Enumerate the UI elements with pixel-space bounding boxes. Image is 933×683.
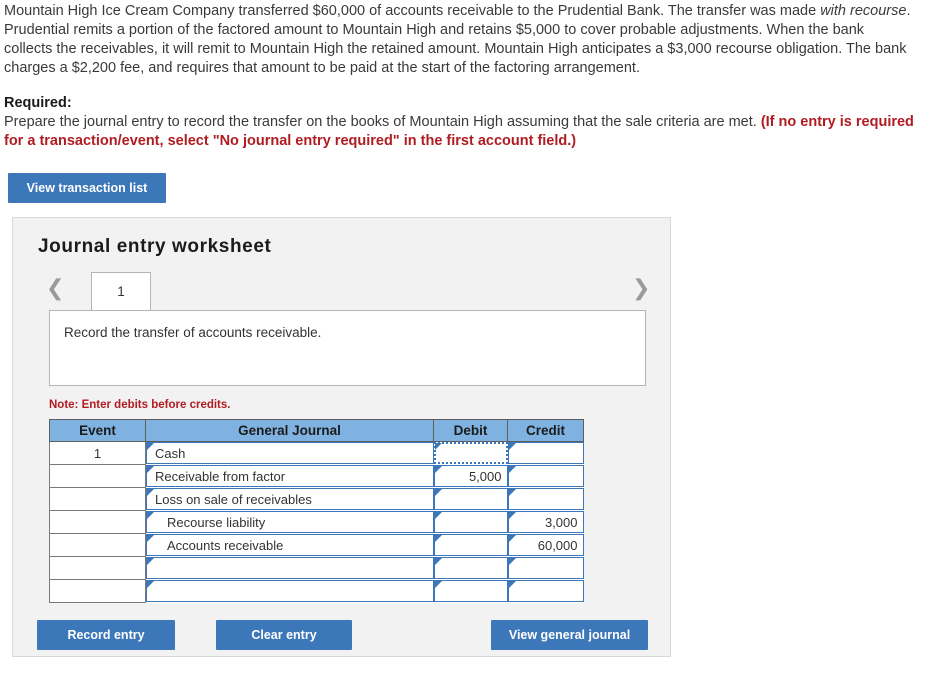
account-input[interactable] — [146, 580, 434, 602]
tab-1-label: 1 — [117, 284, 125, 299]
account-input-value: Recourse liability — [167, 515, 266, 530]
table-row: Receivable from factor 5,000 — [49, 464, 584, 488]
account-input-value: Receivable from factor — [155, 469, 286, 484]
credit-input-value — [509, 581, 583, 583]
debit-input-value — [435, 535, 507, 537]
debit-input[interactable] — [433, 580, 508, 602]
worksheet-instruction-box: Record the transfer of accounts receivab… — [49, 310, 646, 386]
column-header-event: Event — [49, 419, 146, 442]
view-transaction-list-button[interactable]: View transaction list — [8, 173, 166, 203]
event-cell — [49, 556, 146, 580]
debit-input[interactable]: 5,000 — [433, 465, 508, 487]
debit-input-value — [435, 581, 507, 583]
debit-input[interactable] — [433, 534, 508, 556]
required-body: Prepare the journal entry to record the … — [4, 113, 918, 151]
worksheet-footer: Record entry Clear entry View general jo… — [13, 618, 670, 658]
clear-entry-button[interactable]: Clear entry — [216, 620, 352, 650]
worksheet-tabstrip: ❮ 1 ❯ — [13, 272, 670, 311]
debit-input-value: 5,000 — [468, 469, 502, 484]
table-row: Loss on sale of receivables — [49, 487, 584, 511]
table-row: Accounts receivable 60,000 — [49, 533, 584, 557]
chevron-right-icon[interactable]: ❯ — [632, 278, 650, 300]
column-header-general-journal: General Journal — [145, 419, 434, 442]
debit-input[interactable] — [433, 442, 508, 465]
account-input-value: Cash — [155, 446, 186, 462]
account-input[interactable] — [146, 557, 434, 579]
credit-input-value — [509, 466, 583, 468]
account-input-value — [147, 558, 433, 560]
debit-input[interactable] — [433, 557, 508, 579]
event-cell — [49, 533, 146, 557]
toolbar: View transaction list — [0, 151, 933, 203]
account-input-value — [147, 581, 433, 583]
debit-input[interactable] — [433, 488, 508, 510]
table-header-row: Event General Journal Debit Credit — [49, 419, 584, 442]
required-text: Prepare the journal entry to record the … — [4, 114, 761, 130]
worksheet-instruction-text: Record the transfer of accounts receivab… — [64, 325, 322, 340]
view-general-journal-button[interactable]: View general journal — [491, 620, 648, 650]
debit-input-value — [435, 558, 507, 560]
credit-input-value — [509, 558, 583, 560]
event-cell: 1 — [49, 441, 146, 465]
credit-input[interactable]: 60,000 — [507, 534, 584, 556]
credit-input-value — [509, 443, 583, 445]
credit-input[interactable]: 3,000 — [507, 511, 584, 533]
table-row: 1 Cash — [49, 441, 584, 465]
credit-input-value: 3,000 — [544, 515, 578, 530]
journal-entry-worksheet-panel: Journal entry worksheet ❮ 1 ❯ Record the… — [12, 217, 671, 657]
credit-input-value: 60,000 — [537, 538, 578, 553]
problem-text-part1: Mountain High Ice Cream Company transfer… — [4, 3, 821, 19]
credit-input[interactable] — [507, 442, 584, 465]
record-entry-button[interactable]: Record entry — [37, 620, 175, 650]
chevron-left-icon[interactable]: ❮ — [46, 278, 64, 300]
event-cell — [49, 579, 146, 603]
credit-input[interactable] — [507, 580, 584, 602]
account-input[interactable]: Cash — [146, 442, 434, 465]
account-input[interactable]: Accounts receivable — [146, 534, 434, 556]
debit-input-value — [435, 512, 507, 514]
tab-1[interactable]: 1 — [91, 272, 151, 311]
account-input[interactable]: Receivable from factor — [146, 465, 434, 487]
journal-table-body: 1 Cash Receivable from factor 5,000 Loss on … — [49, 441, 584, 603]
account-input-value: Loss on sale of receivables — [155, 492, 312, 507]
event-cell — [49, 487, 146, 511]
account-input-value: Accounts receivable — [167, 538, 284, 553]
event-cell — [49, 510, 146, 534]
table-row: Recourse liability 3,000 — [49, 510, 584, 534]
debit-input[interactable] — [433, 511, 508, 533]
required-label: Required: — [4, 95, 72, 111]
credit-input-value — [509, 489, 583, 491]
debits-before-credits-note: Note: Enter debits before credits. — [49, 399, 231, 411]
account-input[interactable]: Loss on sale of receivables — [146, 488, 434, 510]
event-cell — [49, 464, 146, 488]
problem-text-emphasis: with recourse — [820, 3, 907, 19]
table-row — [49, 556, 584, 580]
account-input[interactable]: Recourse liability — [146, 511, 434, 533]
worksheet-title: Journal entry worksheet — [38, 236, 272, 257]
credit-input[interactable] — [507, 557, 584, 579]
debit-input-value — [435, 489, 507, 491]
table-row — [49, 579, 584, 603]
problem-statement: Mountain High Ice Cream Company transfer… — [0, 0, 922, 78]
journal-entry-table: Event General Journal Debit Credit 1 Cash… — [49, 419, 584, 603]
column-header-debit: Debit — [433, 419, 508, 442]
debit-input-value — [436, 444, 506, 446]
credit-input[interactable] — [507, 465, 584, 487]
column-header-credit: Credit — [507, 419, 584, 442]
credit-input[interactable] — [507, 488, 584, 510]
required-section: Required: Prepare the journal entry to r… — [0, 94, 928, 151]
